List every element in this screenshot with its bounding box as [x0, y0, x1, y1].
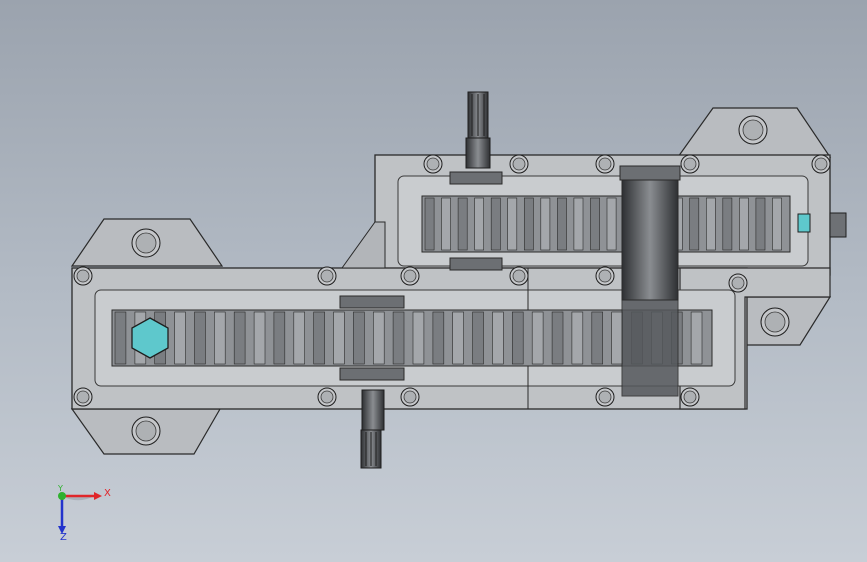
gear-tooth: [372, 311, 385, 365]
gear-tooth: [273, 311, 286, 365]
gear-tooth: [531, 311, 544, 365]
bolt-inner: [76, 390, 90, 404]
bolt-inner: [320, 390, 334, 404]
gear-tooth: [457, 197, 468, 251]
gear-tooth: [507, 197, 518, 251]
bolt-inner: [683, 390, 697, 404]
bolt-inner: [598, 157, 612, 171]
gear-tooth: [313, 311, 325, 365]
gear-tooth: [333, 311, 345, 365]
side-plug[interactable]: [829, 212, 847, 238]
gearbox-assembly-model[interactable]: [0, 0, 867, 562]
gear-tooth: [114, 311, 127, 365]
gear-tooth: [392, 311, 405, 365]
gear-tooth: [353, 311, 365, 365]
gear-tooth: [590, 197, 600, 251]
gear-tooth: [557, 197, 567, 251]
gear-tooth: [739, 197, 749, 251]
bolt-inner: [512, 157, 526, 171]
bolt-inner: [598, 390, 612, 404]
gear-tooth: [551, 311, 564, 365]
gear-tooth: [214, 311, 226, 365]
bolt-inner: [598, 269, 612, 283]
bolt-inner: [512, 269, 526, 283]
bolt-inner: [403, 390, 417, 404]
bolt-inner: [683, 157, 697, 171]
gear-tooth: [689, 197, 700, 251]
intermediate-shaft[interactable]: [621, 179, 679, 301]
gear-tooth: [441, 197, 451, 251]
z-axis-label: Z: [60, 532, 67, 543]
gear-tooth: [492, 311, 504, 365]
x-axis-arrowhead: [94, 492, 102, 500]
output-shaft[interactable]: [360, 389, 385, 469]
gear-tooth: [452, 311, 464, 365]
gear-tooth: [571, 311, 584, 365]
gear-tooth: [412, 311, 425, 365]
housing-rib: [341, 221, 386, 269]
gear-tooth: [573, 197, 584, 251]
gear-tooth: [432, 311, 445, 365]
bolt-inner: [742, 119, 764, 141]
gear-tooth: [690, 311, 703, 365]
bolt-inner: [403, 269, 417, 283]
gear-tooth: [474, 197, 485, 251]
gear-tooth: [591, 311, 603, 365]
gear-tooth: [233, 311, 246, 365]
input-shaft[interactable]: [465, 91, 491, 169]
y-axis-label: Y: [58, 484, 63, 493]
bolt-inner: [814, 157, 828, 171]
gear-tooth: [540, 197, 551, 251]
gear-tooth: [194, 311, 206, 365]
bolt-inner: [135, 232, 157, 254]
gear-tooth: [253, 311, 266, 365]
bolt-inner: [76, 269, 90, 283]
x-axis-label: X: [104, 488, 111, 499]
gearbox-housing[interactable]: [70, 107, 832, 455]
gear-tooth: [705, 197, 716, 251]
gear-tooth: [293, 311, 305, 365]
gear-tooth: [424, 197, 435, 251]
gear-tooth: [755, 197, 766, 251]
bolt-inner: [320, 269, 334, 283]
bolt-inner: [426, 157, 440, 171]
sight-glass: [797, 213, 811, 233]
gear-tooth: [511, 311, 524, 365]
gear-tooth: [523, 197, 534, 251]
gear-tooth: [772, 197, 782, 251]
gear-tooth: [472, 311, 484, 365]
gear-tooth: [611, 311, 623, 365]
bolt-inner: [135, 420, 157, 442]
gear-tooth: [490, 197, 501, 251]
bolt-inner: [731, 276, 745, 290]
gear-tooth: [606, 197, 617, 251]
bolt-inner: [764, 311, 786, 333]
gear-tooth: [722, 197, 733, 251]
cad-graphics-viewport[interactable]: X Y Z: [0, 0, 867, 562]
gear-tooth: [174, 311, 186, 365]
